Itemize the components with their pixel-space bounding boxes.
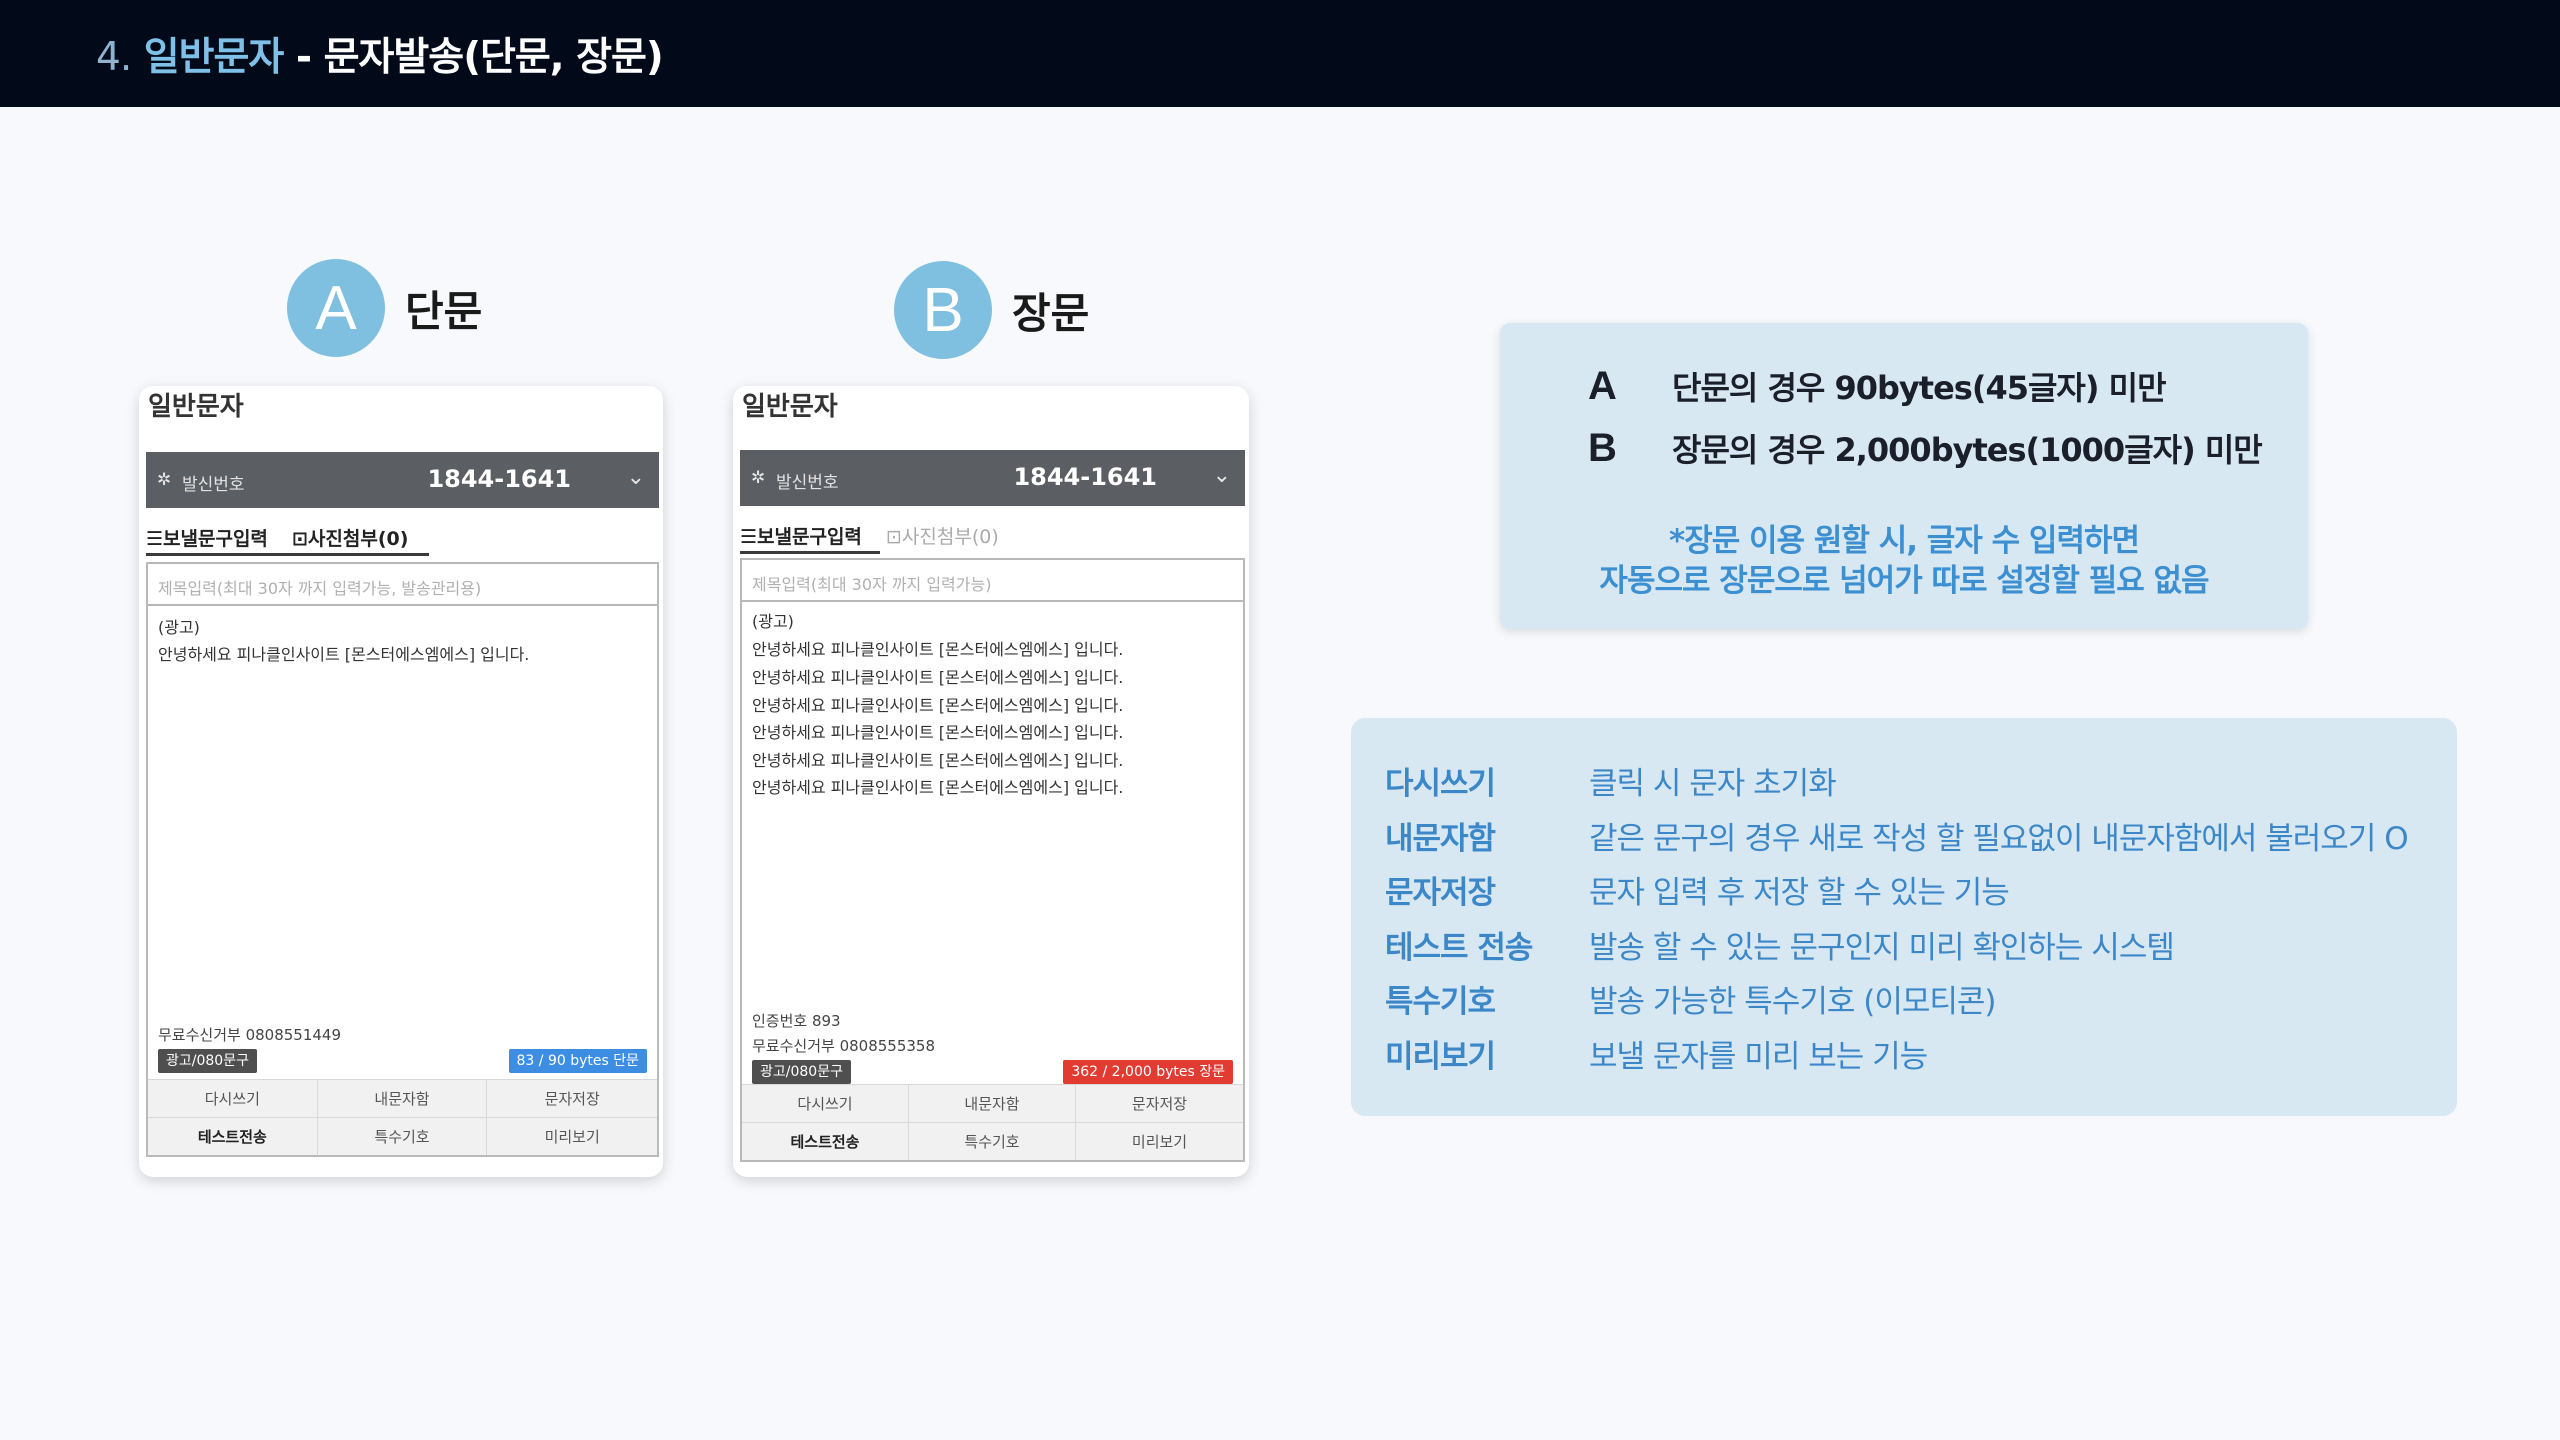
section-category: 일반문자 — [143, 35, 285, 80]
sender-label: 발신번호 — [182, 475, 245, 495]
heading-a: A 단문 — [287, 259, 482, 357]
message-textarea[interactable]: (광고) 안녕하세요 피나클인사이트 [몬스터에스엠에스] 입니다. 안녕하세요… — [740, 602, 1245, 1162]
limit-row-text: 장문의 경우 2,000bytes(1000글자) 미만 — [1672, 431, 2263, 469]
sender-number: 1844-1641 — [427, 465, 571, 493]
description-row: 미리보기 보낼 문자를 미리 보는 기능 — [1385, 1031, 1928, 1076]
byte-counter-badge: 362 / 2,000 bytes 장문 — [1063, 1060, 1233, 1084]
description-key: 테스트 전송 — [1385, 930, 1533, 966]
opt-out-number: 무료수신거부 0808551449 — [158, 1026, 342, 1044]
sender-label: 발신번호 — [776, 473, 839, 493]
chevron-down-icon[interactable]: ⌄ — [1213, 463, 1231, 488]
my-messages-button[interactable]: 내문자함 — [909, 1084, 1076, 1122]
gear-icon: ✲ — [157, 470, 172, 490]
header-bar: 4. 일반문자 - 문자발송(단문, 장문) — [0, 0, 2560, 107]
subject-placeholder: 제목입력(최대 30자 까지 입력가능) — [752, 575, 992, 594]
tab-photo-attach[interactable]: ⊡사진첨부(0) — [292, 524, 408, 551]
save-message-button[interactable]: 문자저장 — [1076, 1084, 1243, 1122]
input-tabs: ☰보낼문구입력 ⊡사진첨부(0) — [146, 522, 659, 556]
test-send-button[interactable]: 테스트전송 — [148, 1117, 318, 1155]
auto-long-note-line1: *장문 이용 원할 시, 글자 수 입력하면 — [1668, 523, 2140, 559]
heading-b-label: 장문 — [1012, 288, 1090, 338]
message-textarea[interactable]: (광고) 안녕하세요 피나클인사이트 [몬스터에스엠에스] 입니다. 무료수신거… — [146, 606, 659, 1157]
letter-a-badge: A — [287, 259, 385, 357]
limit-row-b: B 장문의 경우 2,000bytes(1000글자) 미만 — [1588, 425, 2263, 471]
tab-photo-attach[interactable]: ⊡사진첨부(0) — [886, 522, 999, 549]
subject-input[interactable]: 제목입력(최대 30자 까지 입력가능) — [740, 558, 1245, 602]
special-chars-button[interactable]: 특수기호 — [317, 1117, 488, 1155]
rewrite-button[interactable]: 다시쓰기 — [742, 1084, 909, 1122]
gear-icon: ✲ — [751, 468, 766, 488]
description-text: 발송 할 수 있는 문구인지 미리 확인하는 시스템 — [1589, 930, 2175, 966]
chevron-down-icon[interactable]: ⌄ — [627, 465, 645, 490]
preview-button[interactable]: 미리보기 — [1076, 1122, 1243, 1160]
subject-input[interactable]: 제목입력(최대 30자 까지 입력가능, 발송관리용) — [146, 562, 659, 606]
preview-button[interactable]: 미리보기 — [487, 1117, 657, 1155]
message-line: 안녕하세요 피나클인사이트 [몬스터에스엠에스] 입니다. — [752, 751, 1124, 770]
ad-080-badge[interactable]: 광고/080문구 — [752, 1060, 851, 1084]
tab-message-input[interactable]: ☰보낼문구입력 — [146, 524, 268, 551]
subject-placeholder: 제목입력(최대 30자 까지 입력가능, 발송관리용) — [158, 579, 482, 598]
auth-number: 인증번호 893 — [752, 1012, 841, 1030]
byte-limit-info-panel: A 단문의 경우 90bytes(45글자) 미만 B 장문의 경우 2,000… — [1500, 323, 2308, 629]
byte-counter-badge: 83 / 90 bytes 단문 — [508, 1049, 647, 1073]
description-row: 다시쓰기 클릭 시 문자 초기화 — [1385, 758, 1837, 803]
special-chars-button[interactable]: 특수기호 — [909, 1122, 1076, 1160]
description-text: 발송 가능한 특수기호 (이모티콘) — [1589, 984, 1997, 1020]
opt-out-number: 무료수신거부 0808555358 — [752, 1037, 936, 1055]
message-line: 안녕하세요 피나클인사이트 [몬스터에스엠에스] 입니다. — [752, 696, 1124, 715]
message-line: 안녕하세요 피나클인사이트 [몬스터에스엠에스] 입니다. — [158, 645, 530, 664]
heading-b: B 장문 — [894, 261, 1089, 359]
message-line: (광고) — [158, 618, 200, 637]
description-key: 내문자함 — [1385, 821, 1496, 857]
description-row: 내문자함 같은 문구의 경우 새로 작성 할 필요없이 내문자함에서 불러오기 … — [1385, 813, 2409, 858]
message-line: (광고) — [752, 612, 794, 631]
auto-long-note-line2: 자동으로 장문으로 넘어가 따로 설정할 필요 없음 — [1599, 563, 2209, 599]
long-message-screenshot: 일반문자 ✲ 발신번호 1844-1641 ⌄ ☰보낼문구입력 ⊡사진첨부(0)… — [733, 386, 1249, 1177]
sender-number-select[interactable]: ✲ 발신번호 1844-1641 ⌄ — [740, 450, 1245, 506]
test-send-button[interactable]: 테스트전송 — [742, 1122, 909, 1160]
description-row: 특수기호 발송 가능한 특수기호 (이모티콘) — [1385, 976, 1997, 1021]
phone-title: 일반문자 — [742, 392, 838, 422]
description-row: 테스트 전송 발송 할 수 있는 문구인지 미리 확인하는 시스템 — [1385, 922, 2175, 967]
description-key: 특수기호 — [1385, 984, 1496, 1020]
description-text: 문자 입력 후 저장 할 수 있는 기능 — [1589, 875, 2010, 911]
limit-row-key: B — [1588, 425, 1617, 470]
description-key: 문자저장 — [1385, 875, 1496, 911]
description-text: 보낼 문자를 미리 보는 기능 — [1589, 1039, 1928, 1075]
active-tab-indicator — [146, 553, 429, 556]
message-line: 안녕하세요 피나클인사이트 [몬스터에스엠에스] 입니다. — [752, 668, 1124, 687]
section-number: 4. — [96, 35, 132, 80]
message-line: 안녕하세요 피나클인사이트 [몬스터에스엠에스] 입니다. — [752, 640, 1124, 659]
input-tabs: ☰보낼문구입력 ⊡사진첨부(0) — [740, 520, 1245, 554]
short-message-screenshot: 일반문자 ✲ 발신번호 1844-1641 ⌄ ☰보낼문구입력 ⊡사진첨부(0)… — [139, 386, 663, 1177]
message-line: 안녕하세요 피나클인사이트 [몬스터에스엠에스] 입니다. — [752, 723, 1124, 742]
button-description-panel: 다시쓰기 클릭 시 문자 초기화 내문자함 같은 문구의 경우 새로 작성 할 … — [1351, 718, 2457, 1116]
description-row: 문자저장 문자 입력 후 저장 할 수 있는 기능 — [1385, 867, 2010, 912]
description-text: 클릭 시 문자 초기화 — [1589, 766, 1837, 802]
rewrite-button[interactable]: 다시쓰기 — [148, 1079, 318, 1117]
description-key: 미리보기 — [1385, 1039, 1496, 1075]
phone-title: 일반문자 — [148, 392, 244, 422]
sender-number: 1844-1641 — [1013, 463, 1157, 491]
message-line: 안녕하세요 피나클인사이트 [몬스터에스엠에스] 입니다. — [752, 778, 1124, 797]
save-message-button[interactable]: 문자저장 — [487, 1079, 657, 1117]
description-text: 같은 문구의 경우 새로 작성 할 필요없이 내문자함에서 불러오기 O — [1589, 821, 2409, 857]
limit-row-text: 단문의 경우 90bytes(45글자) 미만 — [1672, 369, 2167, 407]
page-title: 4. 일반문자 - 문자발송(단문, 장문) — [96, 26, 664, 82]
sender-number-select[interactable]: ✲ 발신번호 1844-1641 ⌄ — [146, 452, 659, 508]
limit-row-a: A 단문의 경우 90bytes(45글자) 미만 — [1588, 363, 2167, 409]
ad-080-badge[interactable]: 광고/080문구 — [158, 1049, 257, 1073]
active-tab-indicator — [740, 551, 880, 554]
tab-message-input[interactable]: ☰보낼문구입력 — [740, 522, 862, 549]
title-separator: - — [283, 35, 324, 80]
my-messages-button[interactable]: 내문자함 — [317, 1079, 488, 1117]
heading-a-label: 단문 — [405, 286, 483, 336]
description-key: 다시쓰기 — [1385, 766, 1496, 802]
action-buttons: 다시쓰기 내문자함 문자저장 테스트전송 특수기호 미리보기 — [742, 1084, 1243, 1160]
limit-row-key: A — [1588, 363, 1617, 408]
action-buttons: 다시쓰기 내문자함 문자저장 테스트전송 특수기호 미리보기 — [148, 1079, 657, 1155]
letter-b-badge: B — [894, 261, 992, 359]
section-subtitle: 문자발송(단문, 장문) — [323, 35, 664, 80]
